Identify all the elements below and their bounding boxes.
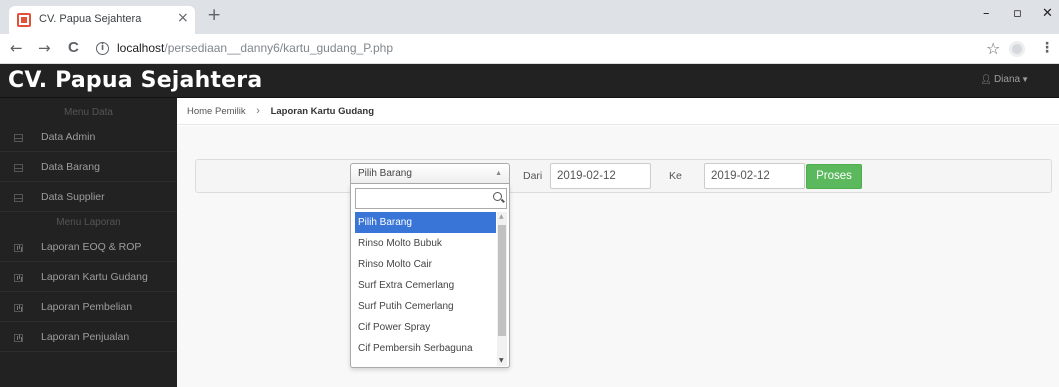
browser-tab[interactable]: CV. Papua Sejahtera × [9,6,195,34]
forward-button[interactable]: → [38,40,51,56]
new-tab-button[interactable]: + [207,7,221,24]
sidebar-item-label: Data Admin [41,131,96,143]
chart-icon [14,274,23,282]
reload-button[interactable]: C [68,40,79,56]
main-content: Pilih Barang ▲ Dari 2019-02-12 Ke 2019-0… [177,126,1059,387]
window-restore-button[interactable]: ▫ [1013,7,1022,21]
dropdown-search-input[interactable] [356,192,506,211]
barang-select[interactable]: Pilih Barang ▲ [350,163,510,184]
breadcrumb: Home Pemilik › Laporan Kartu Gudang [177,98,1059,125]
browser-menu-icon[interactable]: ⋮ [1040,40,1054,56]
profile-avatar-icon[interactable] [1009,41,1025,57]
user-name: Diana [993,74,1021,85]
dropdown-option[interactable]: Surf Putih Cemerlang [355,296,496,317]
scroll-up-icon[interactable]: ▲ [499,214,504,220]
table-icon [14,134,23,142]
site-info-icon[interactable]: i [96,42,109,55]
sidebar-item-label: Laporan Pembelian [41,301,133,313]
dropdown-options-list: Pilih Barang Rinso Molto Bubuk Rinso Mol… [355,212,496,366]
dropdown-search-field[interactable] [355,188,507,211]
sidebar-section-menu-data: Menu Data [64,107,113,118]
chart-icon [14,304,23,312]
dropdown-option[interactable]: Cif Power Spray [355,317,496,338]
browser-address-bar: ← → C i localhost/persediaan__danny6/kar… [0,34,1059,64]
sidebar-item-laporan-eoq-rop[interactable]: Laporan EOQ & ROP [0,232,177,262]
sidebar-item-label: Data Supplier [41,191,105,203]
breadcrumb-current: Laporan Kartu Gudang [270,106,375,117]
dari-date-input[interactable]: 2019-02-12 [550,163,651,189]
select-arrow-up-icon: ▲ [495,170,502,177]
sidebar-item-label: Laporan EOQ & ROP [41,241,142,253]
ke-date-input[interactable]: 2019-02-12 [704,163,805,189]
user-menu-toggle[interactable]: 👤︎ Diana▼ [981,74,1030,85]
sidebar-item-data-supplier[interactable]: Data Supplier [0,182,177,212]
dropdown-scrollbar[interactable]: ▲ ▼ [497,212,507,366]
dropdown-option[interactable]: Rinso Molto Cair [355,254,496,275]
barang-dropdown: Pilih Barang Rinso Molto Bubuk Rinso Mol… [350,184,510,368]
ke-label: Ke [669,170,682,182]
back-button[interactable]: ← [10,40,23,56]
scroll-down-icon[interactable]: ▼ [499,358,504,364]
app-navbar: CV. Papua Sejahtera 👤︎ Diana▼ [0,64,1059,98]
sidebar-item-label: Data Barang [41,161,100,173]
dropdown-option[interactable]: Surf Extra Cemerlang [355,275,496,296]
dropdown-option[interactable]: Pilih Barang [355,212,496,233]
sidebar-item-data-admin[interactable]: Data Admin [0,122,177,152]
url-host: localhost [117,41,165,55]
search-icon [493,192,502,201]
sidebar: Menu Data Data Admin Data Barang Data Su… [0,98,177,387]
brand-title[interactable]: CV. Papua Sejahtera [8,68,262,93]
site-favicon-icon [17,13,31,27]
table-icon [14,194,23,202]
barang-select-value: Pilih Barang [358,168,412,179]
sidebar-item-laporan-penjualan[interactable]: Laporan Penjualan [0,322,177,352]
chart-icon [14,244,23,252]
dari-label: Dari [523,170,543,182]
window-minimize-button[interactable]: – [983,7,990,21]
sidebar-item-laporan-kartu-gudang[interactable]: Laporan Kartu Gudang [0,262,177,292]
chart-icon [14,334,23,342]
sidebar-item-laporan-pembelian[interactable]: Laporan Pembelian [0,292,177,322]
tab-close-icon[interactable]: × [177,10,189,26]
bookmark-star-icon[interactable]: ☆ [986,39,1000,58]
sidebar-item-label: Laporan Kartu Gudang [41,271,148,283]
proses-button[interactable]: Proses [806,164,862,189]
url-path: /persediaan__danny6/kartu_gudang_P.php [164,41,394,55]
person-icon: 👤︎ [980,74,992,84]
breadcrumb-separator-icon: › [256,105,260,117]
sidebar-section-menu-laporan: Menu Laporan [56,217,121,228]
dropdown-option[interactable]: Cif Pembersih Serbaguna [355,338,496,359]
window-close-button[interactable]: ✕ [1042,7,1053,21]
browser-tab-bar: CV. Papua Sejahtera × + – ▫ ✕ [0,0,1059,34]
breadcrumb-home-link[interactable]: Home Pemilik [187,106,246,117]
sidebar-item-data-barang[interactable]: Data Barang [0,152,177,182]
dropdown-option[interactable]: Rinso Molto Bubuk [355,233,496,254]
tab-title: CV. Papua Sejahtera [39,13,142,25]
scrollbar-thumb[interactable] [498,225,506,336]
table-icon [14,164,23,172]
url-field[interactable]: localhost/persediaan__danny6/kartu_gudan… [117,41,393,55]
caret-down-icon: ▼ [1021,75,1029,84]
sidebar-item-label: Laporan Penjualan [41,331,130,343]
